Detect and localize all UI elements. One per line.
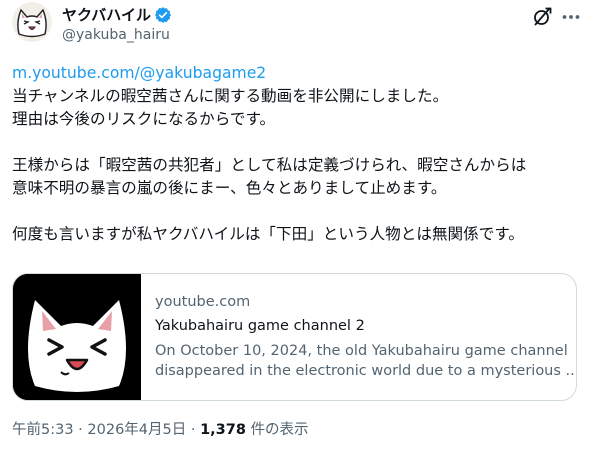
- more-icon: [562, 15, 580, 19]
- meta-separator: ·: [190, 422, 196, 438]
- tweet-line: 当チャンネルの暇空茜さんに関する動画を非公開にしました。: [12, 87, 449, 105]
- cat-face-avatar-icon: [17, 8, 47, 38]
- cat-face-thumbnail-icon: [13, 274, 141, 400]
- card-thumbnail: [13, 274, 141, 400]
- card-domain: youtube.com: [155, 294, 251, 310]
- card-description-line: disappeared in the electronic world due …: [155, 363, 577, 379]
- card-description-line: On October 10, 2024, the old Yakubahairu…: [155, 343, 568, 359]
- avatar[interactable]: [12, 2, 52, 42]
- meta-separator: ·: [78, 422, 83, 438]
- tweet-meta: 午前5:33 · 2026年4月5日 · 1,378 件の表示: [12, 420, 309, 440]
- tweet-line: 理由は今後のリスクになるからです。: [12, 110, 276, 128]
- author-handle[interactable]: @yakuba_hairu: [62, 26, 170, 44]
- grok-icon: [534, 7, 552, 26]
- author-name-row: ヤクバハイル: [62, 5, 172, 25]
- tweet-text: m.youtube.com/@yakubagame2 当チャンネルの暇空茜さんに…: [12, 62, 582, 246]
- author-display-name[interactable]: ヤクバハイル: [62, 5, 151, 25]
- link-preview-card[interactable]: youtube.com Yakubahairu game channel 2 O…: [12, 273, 577, 401]
- card-title: Yakubahairu game channel 2: [155, 318, 365, 334]
- grok-button[interactable]: [531, 6, 553, 28]
- tweet-line: 何度も言いますが私ヤクバハイルは「下田」という人物とは無関係です。: [12, 225, 524, 243]
- tweet-date[interactable]: 2026年4月5日: [87, 422, 186, 438]
- tweet-line: 意味不明の暴言の嵐の後にまー、色々とありまして止めます。: [12, 179, 447, 197]
- more-options-button[interactable]: [560, 6, 582, 28]
- views-label: 件の表示: [250, 422, 309, 438]
- views-count: 1,378: [200, 422, 246, 438]
- tweet-time[interactable]: 午前5:33: [12, 422, 74, 438]
- tweet-line: 王様からは「暇空茜の共犯者」として私は定義づけられ、暇空さんからは: [12, 156, 527, 174]
- verified-badge-icon: [154, 7, 172, 23]
- tweet-link[interactable]: m.youtube.com/@yakubagame2: [12, 64, 266, 82]
- card-body: youtube.com Yakubahairu game channel 2 O…: [155, 292, 577, 381]
